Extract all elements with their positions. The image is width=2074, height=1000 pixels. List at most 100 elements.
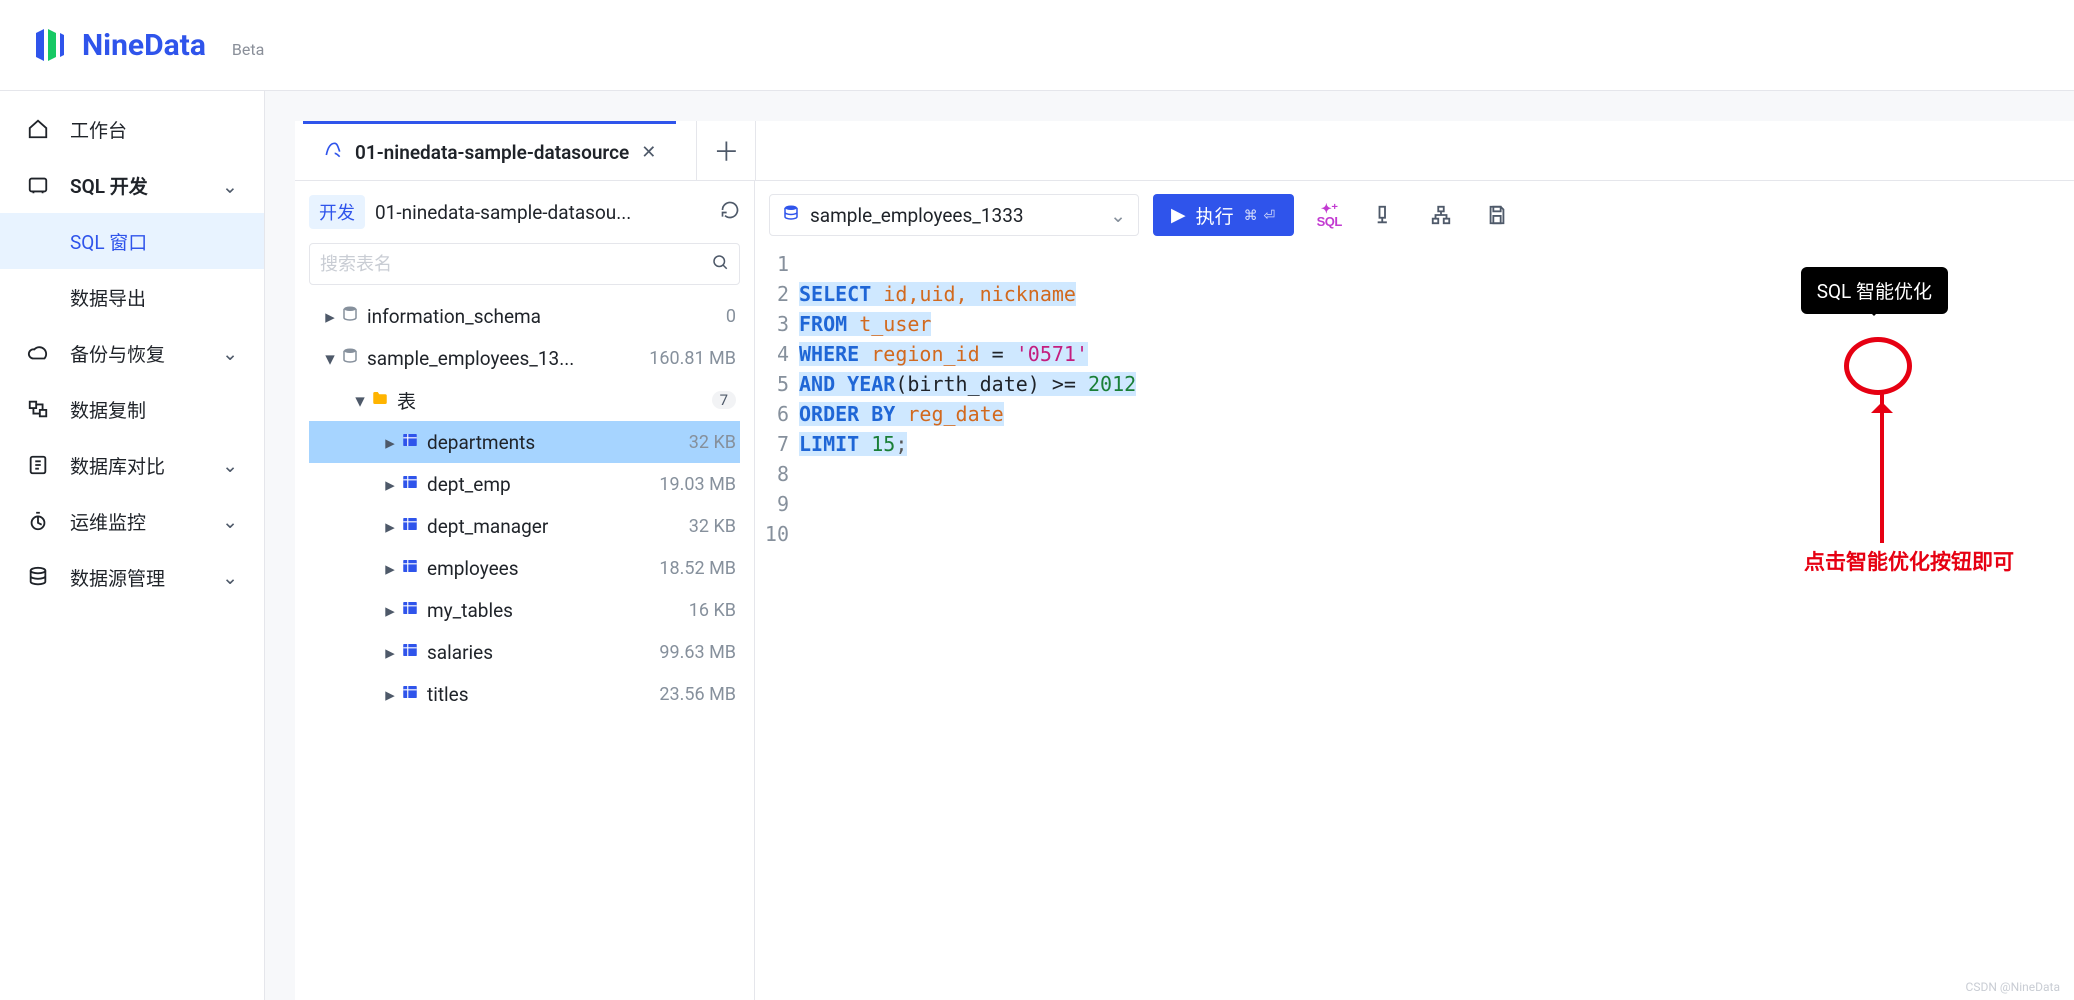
chevron-down-icon: ⌄ — [222, 342, 238, 365]
close-icon[interactable]: ✕ — [641, 142, 656, 163]
sidebar-label: 数据复制 — [70, 396, 146, 423]
search-icon[interactable] — [711, 253, 729, 275]
table-name: my_tables — [427, 599, 689, 622]
db-size: 0 — [726, 306, 736, 327]
database-icon — [341, 347, 359, 370]
table-name: employees — [427, 557, 659, 580]
tree-database[interactable]: ▾ sample_employees_13... 160.81 MB — [309, 337, 740, 379]
table-icon — [401, 683, 419, 706]
replication-icon — [26, 398, 50, 420]
database-select[interactable]: sample_employees_1333 ⌄ — [769, 194, 1139, 236]
sidebar-item-backup[interactable]: 备份与恢复 ⌄ — [0, 325, 264, 381]
tree-table[interactable]: ▸ dept_manager 32 KB — [309, 505, 740, 547]
table-size: 16 KB — [689, 600, 736, 621]
code-area[interactable]: SELECT id,uid, nicknameFROM t_userWHERE … — [799, 249, 2074, 1000]
execute-button[interactable]: ▶ 执行 ⌘ ⏎ — [1153, 194, 1294, 236]
add-tab-button[interactable]: ＋ — [696, 121, 756, 181]
home-icon — [26, 118, 50, 140]
tree-tables-folder[interactable]: ▾ 表 7 — [309, 379, 740, 421]
sidebar-item-datasource[interactable]: 数据源管理 ⌄ — [0, 549, 264, 605]
arrow-icon: ▾ — [319, 347, 341, 370]
table-name: dept_emp — [427, 473, 659, 496]
table-size: 32 KB — [689, 432, 736, 453]
sidebar-label: 备份与恢复 — [70, 340, 165, 367]
table-icon — [401, 431, 419, 454]
execute-shortcut: ⌘ ⏎ — [1244, 207, 1277, 224]
tree-table[interactable]: ▸ salaries 99.63 MB — [309, 631, 740, 673]
sidebar-item-replication[interactable]: 数据复制 — [0, 381, 264, 437]
arrow-icon: ▸ — [379, 557, 401, 580]
brand-logo[interactable]: NineData Beta — [30, 25, 264, 65]
sidebar-sub-label: SQL 窗口 — [70, 228, 147, 255]
sidebar-label: 数据源管理 — [70, 564, 165, 591]
sidebar-sub-label: 数据导出 — [70, 284, 146, 311]
brand-beta-tag: Beta — [232, 40, 264, 59]
database-icon — [26, 566, 50, 588]
brand-name: NineData — [82, 28, 206, 63]
monitor-icon — [26, 510, 50, 532]
search-table-input[interactable] — [320, 254, 711, 275]
arrow-icon: ▸ — [379, 599, 401, 622]
save-button[interactable] — [1476, 194, 1518, 236]
selected-database: sample_employees_1333 — [810, 204, 1100, 227]
plan-button[interactable] — [1420, 194, 1462, 236]
env-tag: 开发 — [309, 195, 365, 229]
execute-label: 执行 — [1196, 202, 1234, 229]
sidebar-label: 运维监控 — [70, 508, 146, 535]
sql-editor[interactable]: 12345678910 SELECT id,uid, nicknameFROM … — [755, 239, 2074, 1000]
tree-database[interactable]: ▸ information_schema 0 — [309, 295, 740, 337]
table-size: 19.03 MB — [659, 474, 736, 495]
table-icon — [401, 473, 419, 496]
db-name: sample_employees_13... — [367, 347, 649, 370]
sql-toolbar: sample_employees_1333 ⌄ ▶ 执行 ⌘ ⏎ ✦⁺ SQL — [755, 181, 2074, 239]
tree-table[interactable]: ▸ my_tables 16 KB — [309, 589, 740, 631]
tab-datasource[interactable]: 01-ninedata-sample-datasource ✕ — [303, 121, 676, 181]
chevron-up-icon: ⌃ — [222, 174, 238, 197]
sidebar-item-sql-dev[interactable]: SQL 开发 ⌃ — [0, 157, 264, 213]
refresh-icon[interactable] — [720, 200, 740, 225]
sidebar-item-ops[interactable]: 运维监控 ⌄ — [0, 493, 264, 549]
datasource-name[interactable]: 01-ninedata-sample-datasou... — [375, 201, 710, 224]
table-name: dept_manager — [427, 515, 689, 538]
tree-table[interactable]: ▸ titles 23.56 MB — [309, 673, 740, 715]
search-table-box — [309, 243, 740, 285]
arrow-icon: ▸ — [379, 683, 401, 706]
compare-icon — [26, 454, 50, 476]
arrow-icon: ▸ — [379, 431, 401, 454]
database-icon — [782, 204, 800, 227]
watermark: CSDN @NineData — [1966, 980, 2060, 994]
sql-dev-icon — [26, 174, 50, 196]
sidebar: 工作台 SQL 开发 ⌃ SQL 窗口 数据导出 备份与恢复 ⌄ 数据复制 — [0, 91, 265, 1000]
table-size: 18.52 MB — [659, 558, 736, 579]
tab-label: 01-ninedata-sample-datasource — [355, 141, 629, 164]
tooltip-sql-ai: SQL 智能优化 — [1801, 267, 1948, 314]
sidebar-sub-sql-window[interactable]: SQL 窗口 — [0, 213, 264, 269]
arrow-icon: ▸ — [379, 515, 401, 538]
tree-table[interactable]: ▸ dept_emp 19.03 MB — [309, 463, 740, 505]
explorer-panel: 开发 01-ninedata-sample-datasou... ▸ infor… — [295, 181, 755, 1000]
arrow-icon: ▾ — [349, 389, 371, 412]
format-button[interactable] — [1364, 194, 1406, 236]
table-icon — [401, 557, 419, 580]
sidebar-label: SQL 开发 — [70, 172, 148, 199]
sidebar-item-workbench[interactable]: 工作台 — [0, 101, 264, 157]
db-size: 160.81 MB — [649, 348, 736, 369]
table-name: departments — [427, 431, 689, 454]
tree-table[interactable]: ▸ employees 18.52 MB — [309, 547, 740, 589]
arrow-icon: ▸ — [319, 305, 341, 328]
table-icon — [401, 599, 419, 622]
sql-ai-optimize-button[interactable]: ✦⁺ SQL — [1308, 194, 1350, 236]
folder-icon — [371, 389, 389, 412]
tab-bar: 01-ninedata-sample-datasource ✕ ＋ — [295, 121, 2074, 181]
chevron-down-icon: ⌄ — [222, 566, 238, 589]
annotation-arrow — [1880, 393, 1884, 543]
sidebar-item-compare[interactable]: 数据库对比 ⌄ — [0, 437, 264, 493]
table-icon — [401, 515, 419, 538]
tree-table[interactable]: ▸ departments 32 KB — [309, 421, 740, 463]
line-gutter: 12345678910 — [755, 249, 799, 1000]
chevron-down-icon: ⌄ — [222, 454, 238, 477]
mysql-icon — [323, 140, 343, 165]
table-name: titles — [427, 683, 659, 706]
annotation-text: 点击智能优化按钮即可 — [1804, 546, 2014, 576]
sidebar-sub-export[interactable]: 数据导出 — [0, 269, 264, 325]
